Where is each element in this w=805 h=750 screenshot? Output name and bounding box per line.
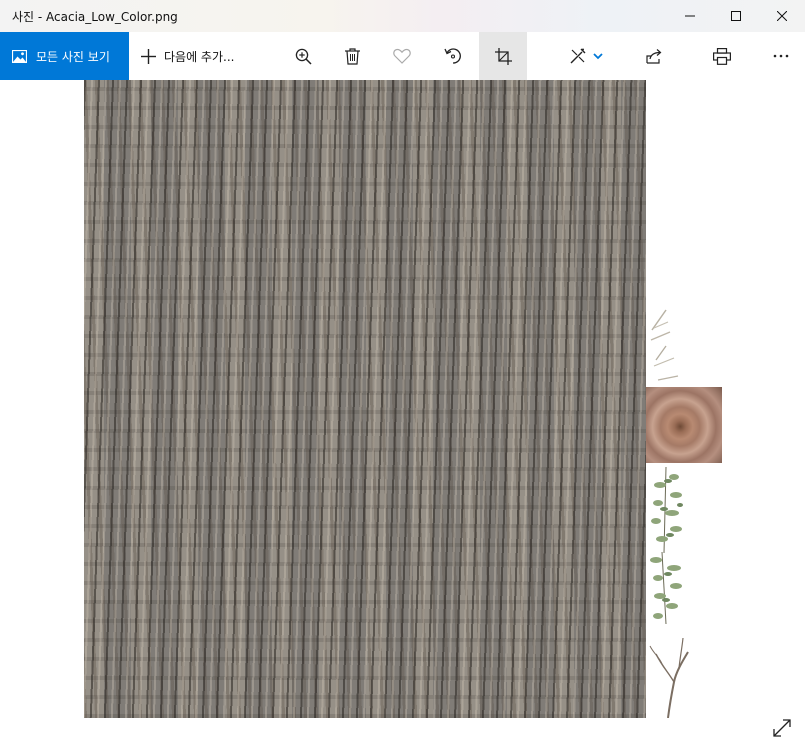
zoom-in-icon xyxy=(295,48,312,65)
delete-button[interactable] xyxy=(328,32,376,80)
share-icon xyxy=(645,49,661,64)
more-button[interactable] xyxy=(757,32,805,80)
bark-texture-image xyxy=(84,80,646,718)
fullscreen-button[interactable] xyxy=(768,714,796,742)
add-to-label: 다음에 추가... xyxy=(164,49,235,64)
all-photos-button[interactable]: 모든 사진 보기 xyxy=(0,32,129,80)
favorite-heart-icon xyxy=(393,48,411,64)
edit-create-button[interactable] xyxy=(556,32,616,80)
edit-icon xyxy=(570,48,586,64)
rotate-button[interactable] xyxy=(429,32,477,80)
foliage-sprite-image xyxy=(651,466,683,554)
toolbar: 모든 사진 보기 다음에 추가... xyxy=(0,32,805,80)
image-canvas[interactable] xyxy=(0,80,805,750)
window-title: 사진 - Acacia_Low_Color.png xyxy=(12,9,178,24)
minimize-icon xyxy=(685,15,695,17)
delete-icon xyxy=(344,47,360,65)
print-button[interactable] xyxy=(698,32,746,80)
leaf-sprite-image xyxy=(650,309,679,381)
plus-icon xyxy=(141,48,156,64)
print-icon xyxy=(713,47,731,65)
close-button[interactable] xyxy=(759,0,805,32)
share-button[interactable] xyxy=(630,32,678,80)
wood-end-texture-image xyxy=(646,387,722,463)
fullscreen-expand-icon xyxy=(773,719,791,737)
crop-button[interactable] xyxy=(479,32,527,80)
branch-sprite-image xyxy=(649,637,689,718)
maximize-icon xyxy=(731,11,741,21)
close-icon xyxy=(777,11,787,21)
add-to-button[interactable]: 다음에 추가... xyxy=(129,32,234,80)
favorite-button[interactable] xyxy=(378,32,426,80)
photo-gallery-icon xyxy=(12,49,27,63)
foliage-sprite-image-2 xyxy=(650,551,682,625)
rotate-icon xyxy=(444,48,461,64)
zoom-button[interactable] xyxy=(279,32,327,80)
minimize-button[interactable] xyxy=(667,0,713,32)
title-bar: 사진 - Acacia_Low_Color.png xyxy=(0,0,805,32)
maximize-button[interactable] xyxy=(713,0,759,32)
more-icon xyxy=(773,54,789,58)
chevron-down-icon xyxy=(593,53,603,60)
all-photos-label: 모든 사진 보기 xyxy=(36,49,110,64)
crop-icon xyxy=(494,47,512,65)
